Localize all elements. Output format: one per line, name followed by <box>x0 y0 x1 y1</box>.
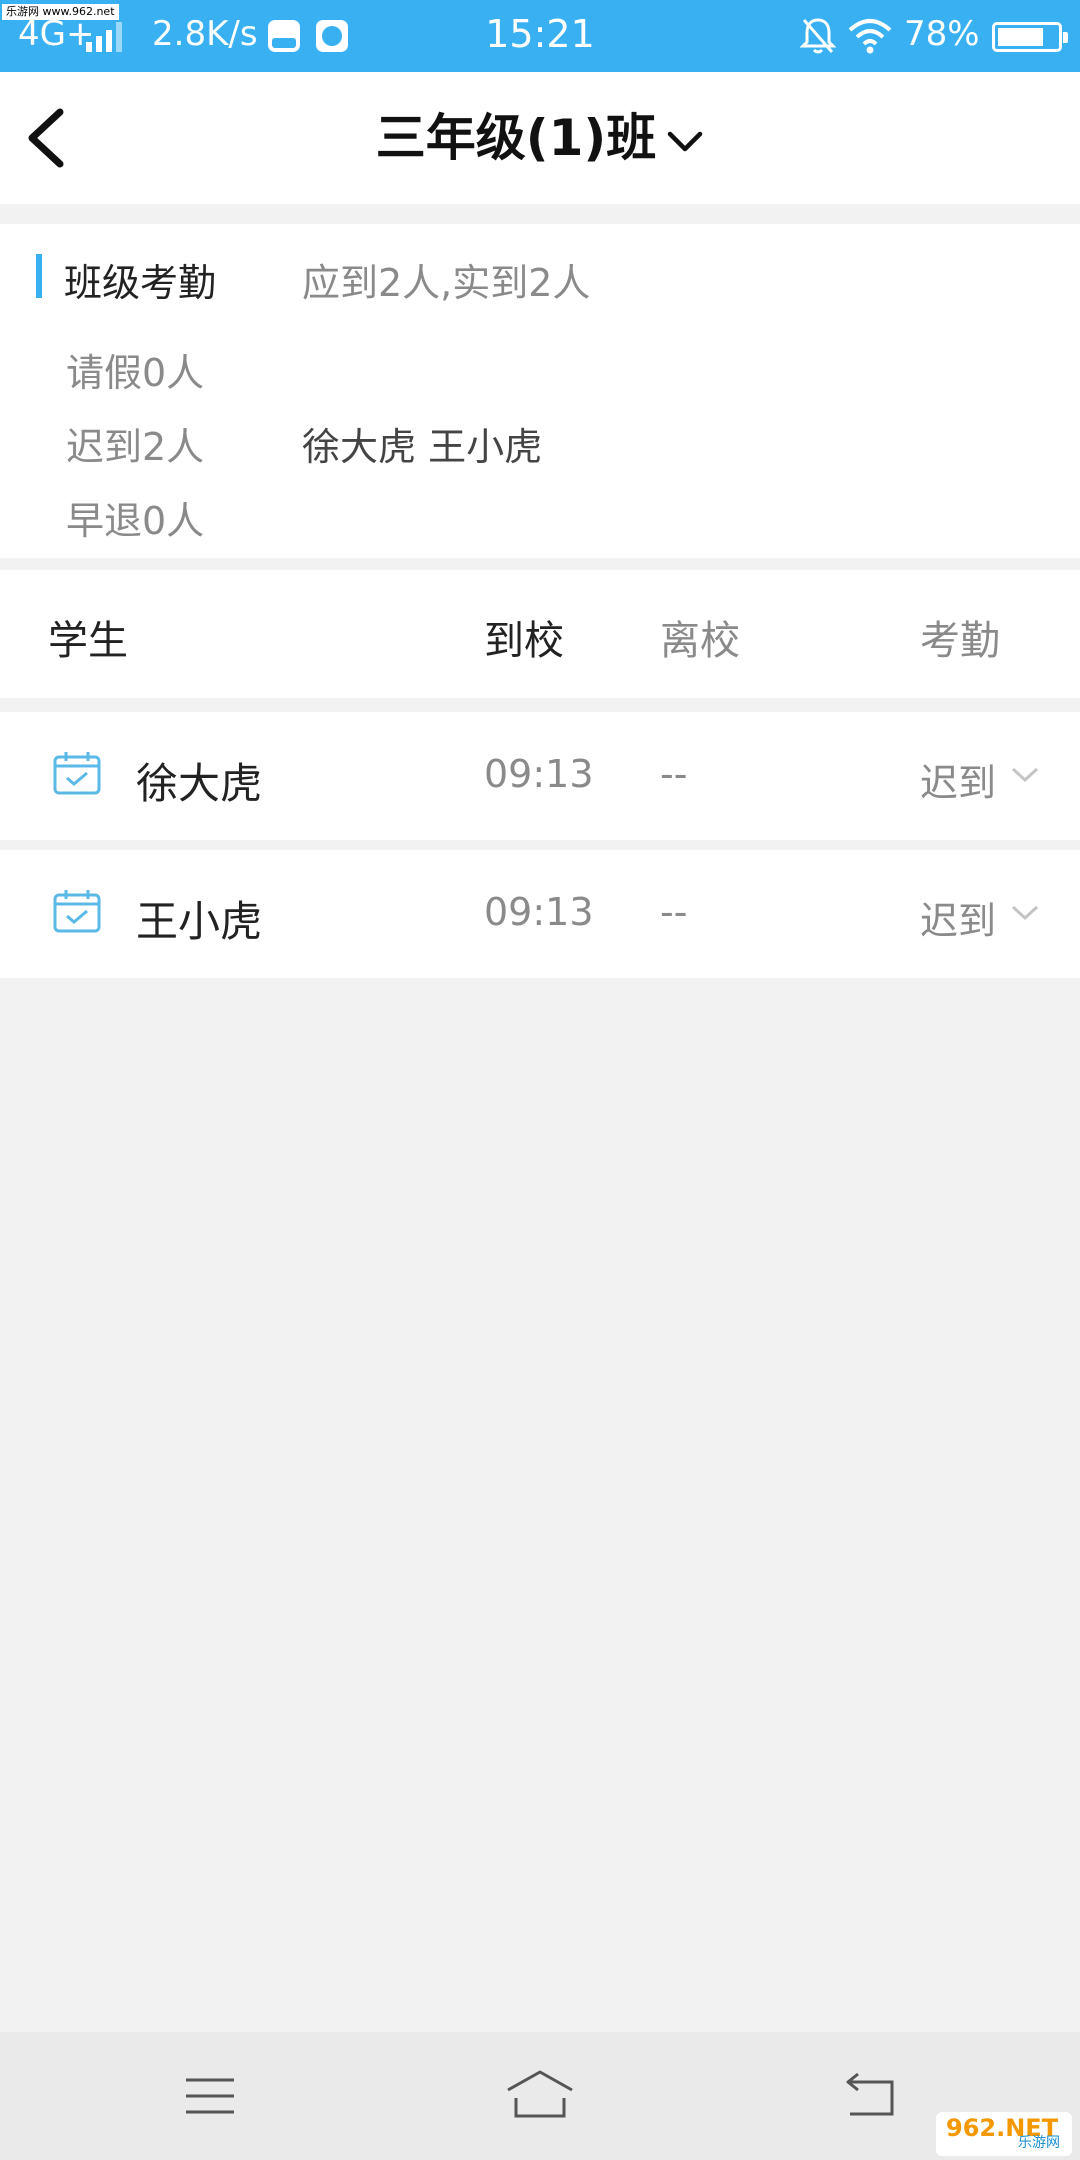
battery-percent: 78% <box>904 14 980 54</box>
leave-time: -- <box>660 890 688 934</box>
header-arrive: 到校 <box>484 618 564 664</box>
summary-early-leave: 早退0人 <box>66 499 205 543</box>
summary-title: 班级考勤 <box>64 261 217 305</box>
attendance-summary: 班级考勤 应到2人,实到2人 请假0人 迟到2人 徐大虎 王小虎 早退0人 <box>0 224 1080 558</box>
summary-late-names: 徐大虎 王小虎 <box>302 425 543 469</box>
wifi-icon <box>848 19 892 54</box>
header-student: 学生 <box>48 618 128 664</box>
summary-total: 应到2人,实到2人 <box>302 261 591 305</box>
bell-muted-icon <box>800 18 836 54</box>
student-name: 王小虎 <box>136 897 263 946</box>
class-selector[interactable]: 三年级(1)班 <box>0 102 1080 174</box>
summary-late: 迟到2人 <box>66 425 205 469</box>
header-leave: 离校 <box>660 618 740 664</box>
attendance-status[interactable]: 迟到 <box>920 752 996 807</box>
system-navigation-bar: 962.NET 乐游网 <box>0 2032 1080 2160</box>
return-icon[interactable] <box>842 2070 898 2118</box>
table-row[interactable]: 徐大虎 09:13 -- 迟到 <box>0 712 1080 840</box>
battery-icon <box>992 22 1068 52</box>
table-header: 学生 到校 离校 考勤 <box>0 570 1080 698</box>
calendar-check-icon <box>53 890 101 933</box>
table-row[interactable]: 王小虎 09:13 -- 迟到 <box>0 850 1080 978</box>
calendar-check-icon <box>53 752 101 795</box>
chevron-down-icon <box>668 131 703 151</box>
chevron-down-icon[interactable] <box>1010 904 1040 922</box>
header-attendance: 考勤 <box>920 618 1000 664</box>
summary-leave: 请假0人 <box>66 351 205 395</box>
status-bar: 乐游网 www.962.net 4G+ 2.8K/s 15:21 78% <box>0 0 1080 72</box>
menu-icon[interactable] <box>184 2074 236 2118</box>
chevron-down-icon[interactable] <box>1010 766 1040 784</box>
arrive-time: 09:13 <box>484 890 594 934</box>
navigation-bar: 三年级(1)班 <box>0 72 1080 204</box>
battery-fill <box>998 28 1044 46</box>
student-name: 徐大虎 <box>136 759 263 808</box>
site-logo: 962.NET 乐游网 <box>936 2112 1072 2156</box>
arrive-time: 09:13 <box>484 752 594 796</box>
accent-bar <box>36 254 42 298</box>
attendance-status[interactable]: 迟到 <box>920 890 996 945</box>
leave-time: -- <box>660 752 688 796</box>
page-title: 三年级(1)班 <box>375 109 657 167</box>
home-icon[interactable] <box>504 2068 576 2120</box>
